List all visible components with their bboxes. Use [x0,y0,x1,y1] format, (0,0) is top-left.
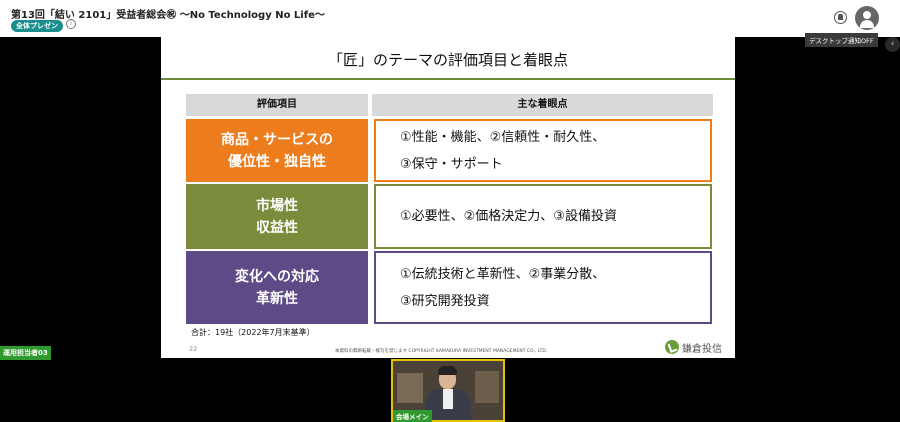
presenter-hair [438,366,457,375]
category-line: 革新性 [256,290,298,307]
category-line: 変化への対応 [235,268,319,285]
shared-slide: 「匠」のテーマの評価項目と着眼点 評価項目 主な着眼点 商品・サービスの 優位性… [161,37,735,358]
focus-point-line: ①必要性、②価格決定力、③設備投資 [400,209,617,224]
background-shelf [397,373,423,403]
focus-point-line: ①性能・機能、②信頼性・耐久性、 [400,129,606,145]
user-avatar-icon[interactable] [855,6,879,30]
category-line: 商品・サービスの [221,131,333,148]
top-bar: 第13回「結い 2101」受益者総会㊗ 〜No Technology No Li… [0,0,900,37]
copyright-notice: 本資料の無断転載・複写を禁じます COPYRIGHT KAMAKURA INVE… [335,349,548,354]
company-logo: 鎌倉投信 [665,338,729,356]
background-shelf [475,371,499,403]
presenter-shirt [443,389,453,409]
info-icon[interactable]: i [66,19,76,29]
page-number: 22 [189,345,198,353]
participant-label: 運用担当者03 [0,346,51,360]
total-count-note: 合計：19社（2022年7月末基準） [191,328,315,337]
mic-mute-icon[interactable] [834,11,847,24]
category-line: 優位性・独自性 [228,153,326,170]
logo-text: 鎌倉投信 [682,343,722,355]
category-line: 収益性 [256,219,298,236]
category-cell: 市場性 収益性 [186,184,368,249]
focus-point-cell: ①伝統技術と革新性、②事業分散、 ③研究開発投資 [374,251,712,324]
focus-point-line: ①伝統技術と革新性、②事業分散、 [400,266,606,282]
focus-point-line: ③研究開発投資 [400,293,490,309]
presentation-badge: 全体プレゼン [11,20,63,32]
category-cell: 変化への対応 革新性 [186,251,368,324]
header-focus-points: 主な着眼点 [372,94,713,116]
meeting-title: 第13回「結い 2101」受益者総会㊗ 〜No Technology No Li… [11,10,325,21]
header-evaluation-items: 評価項目 [186,94,368,116]
chevron-left-icon[interactable]: ‹ [885,37,900,52]
category-line: 市場性 [256,197,298,214]
focus-point-cell: ①必要性、②価格決定力、③設備投資 [374,184,712,249]
category-cell: 商品・サービスの 優位性・独自性 [186,119,368,182]
title-divider [161,78,735,80]
desktop-notification-tooltip: デスクトップ通知OFF [805,33,878,47]
slide-title: 「匠」のテーマの評価項目と着眼点 [327,51,568,69]
focus-point-cell: ①性能・機能、②信頼性・耐久性、 ③保守・サポート [374,119,712,182]
video-label: 会場メイン [393,410,432,422]
logo-icon [665,340,679,354]
focus-point-line: ③保守・サポート [400,156,503,172]
